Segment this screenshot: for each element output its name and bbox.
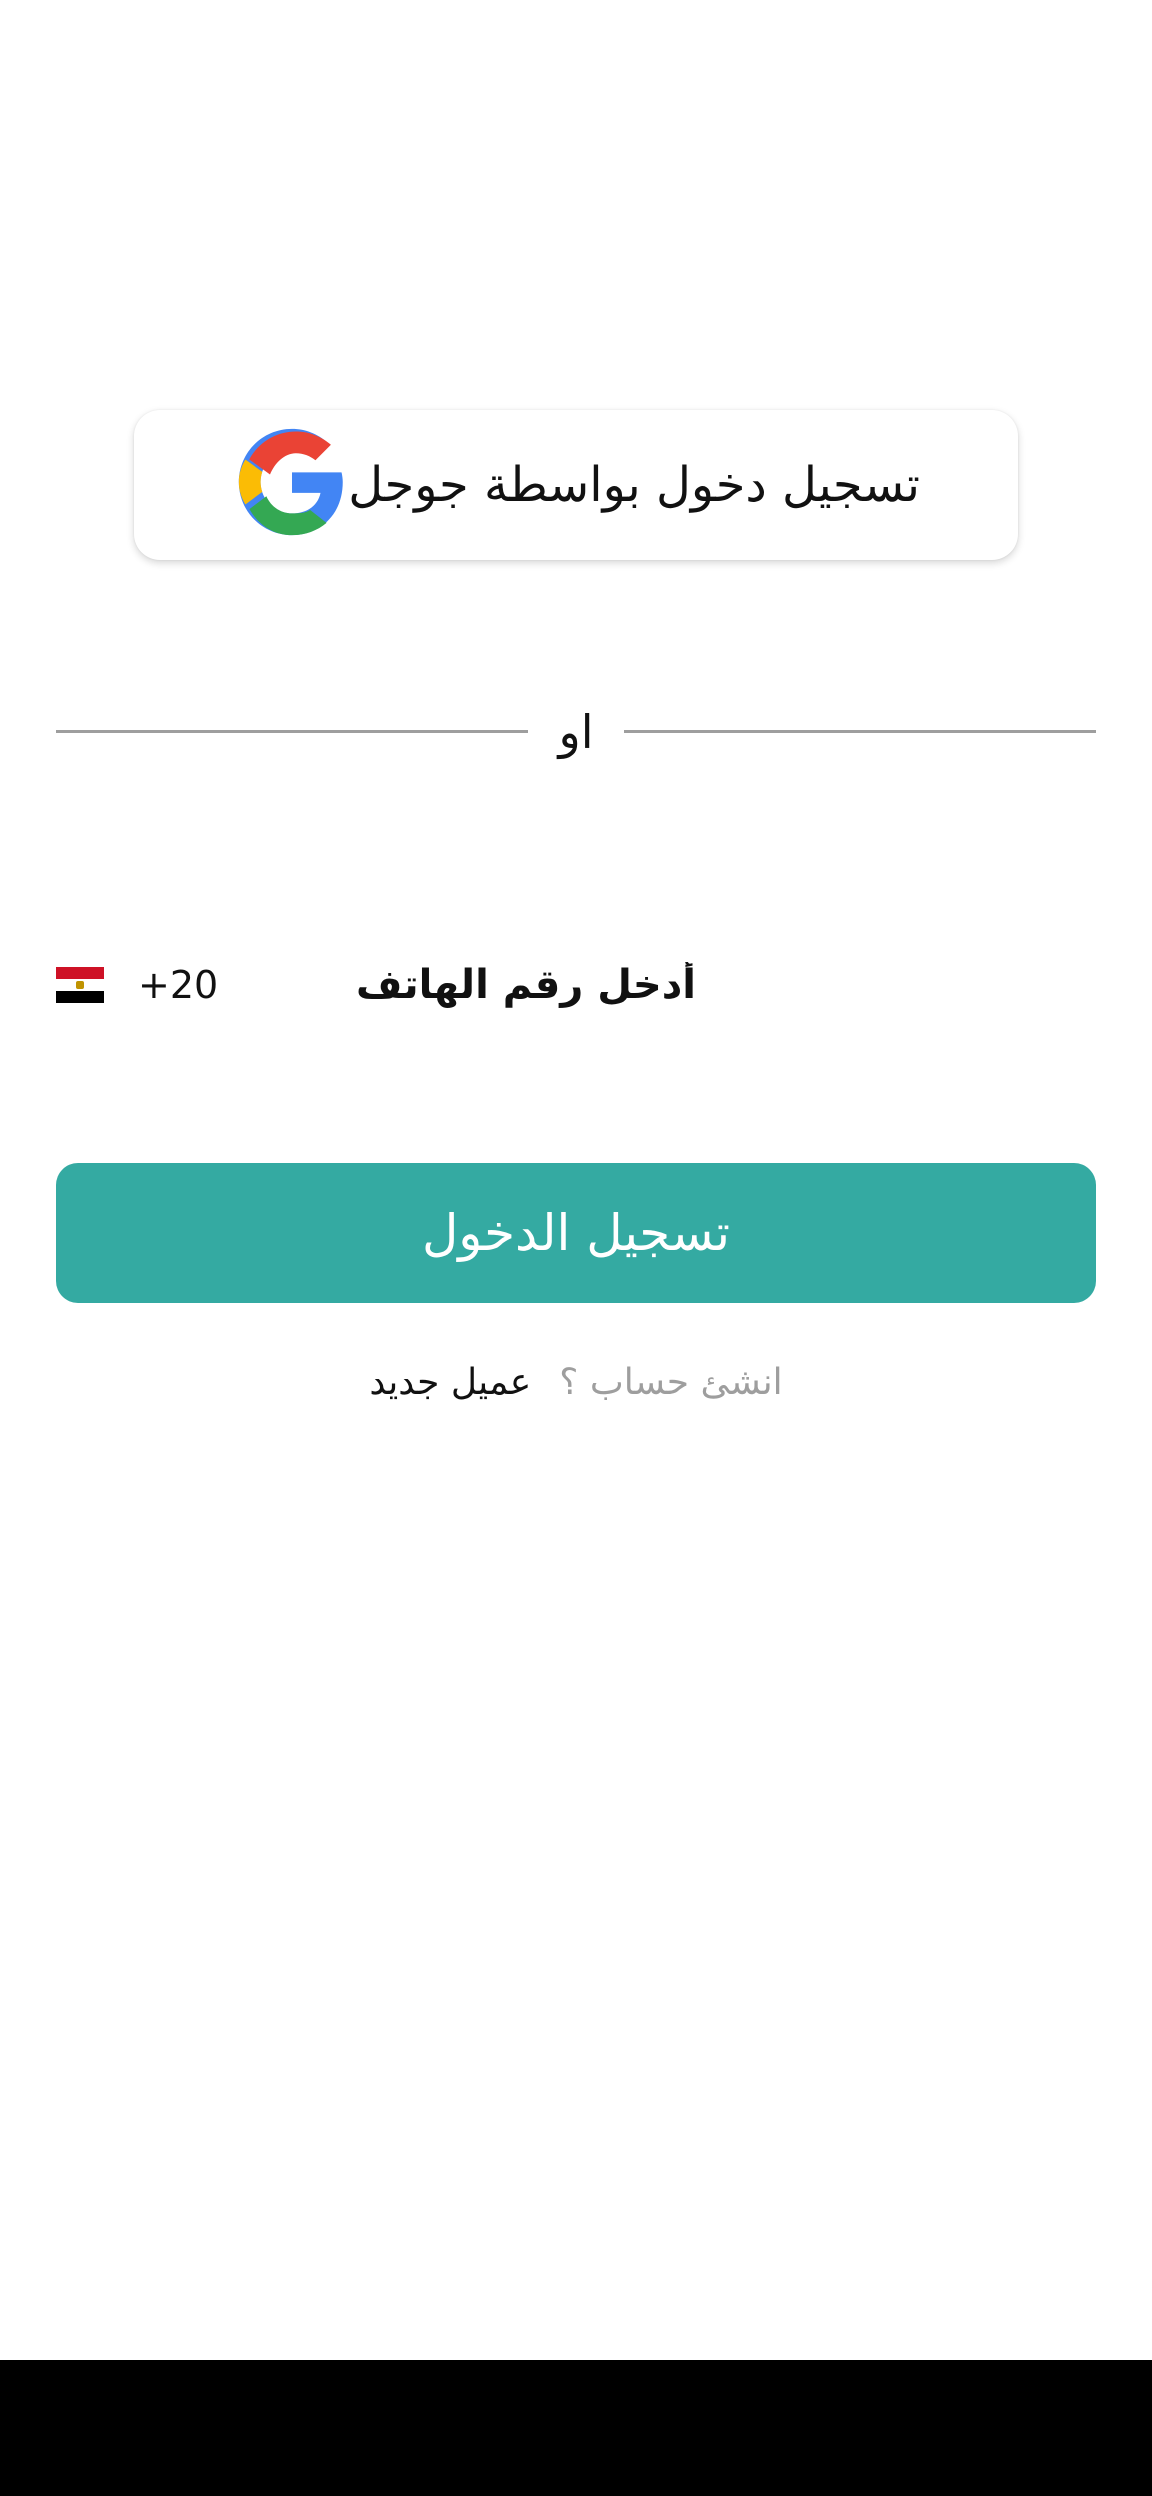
login-button-label: تسجيل الدخول bbox=[421, 1204, 731, 1262]
country-dial-code[interactable]: +20 bbox=[138, 940, 218, 1030]
divider-line-right bbox=[624, 730, 1096, 733]
google-g-icon bbox=[238, 428, 343, 536]
signup-row: عميل جديد انشئ حساب ؟ bbox=[0, 1350, 1152, 1414]
google-signin-label: تسجيل دخول بواسطة جوجل bbox=[348, 457, 920, 513]
create-account-link[interactable]: انشئ حساب ؟ bbox=[559, 1362, 782, 1403]
system-navigation-bar bbox=[0, 2360, 1152, 2496]
google-signin-button[interactable]: تسجيل دخول بواسطة جوجل bbox=[134, 410, 1018, 560]
phone-number-row: +20 bbox=[56, 940, 1096, 1030]
divider-line-left bbox=[56, 730, 528, 733]
phone-number-input[interactable] bbox=[236, 940, 696, 1030]
new-client-label: عميل جديد bbox=[369, 1361, 532, 1403]
divider-or-text: او bbox=[558, 705, 594, 759]
login-button[interactable]: تسجيل الدخول bbox=[56, 1163, 1096, 1303]
egypt-flag-icon[interactable] bbox=[56, 967, 104, 1003]
